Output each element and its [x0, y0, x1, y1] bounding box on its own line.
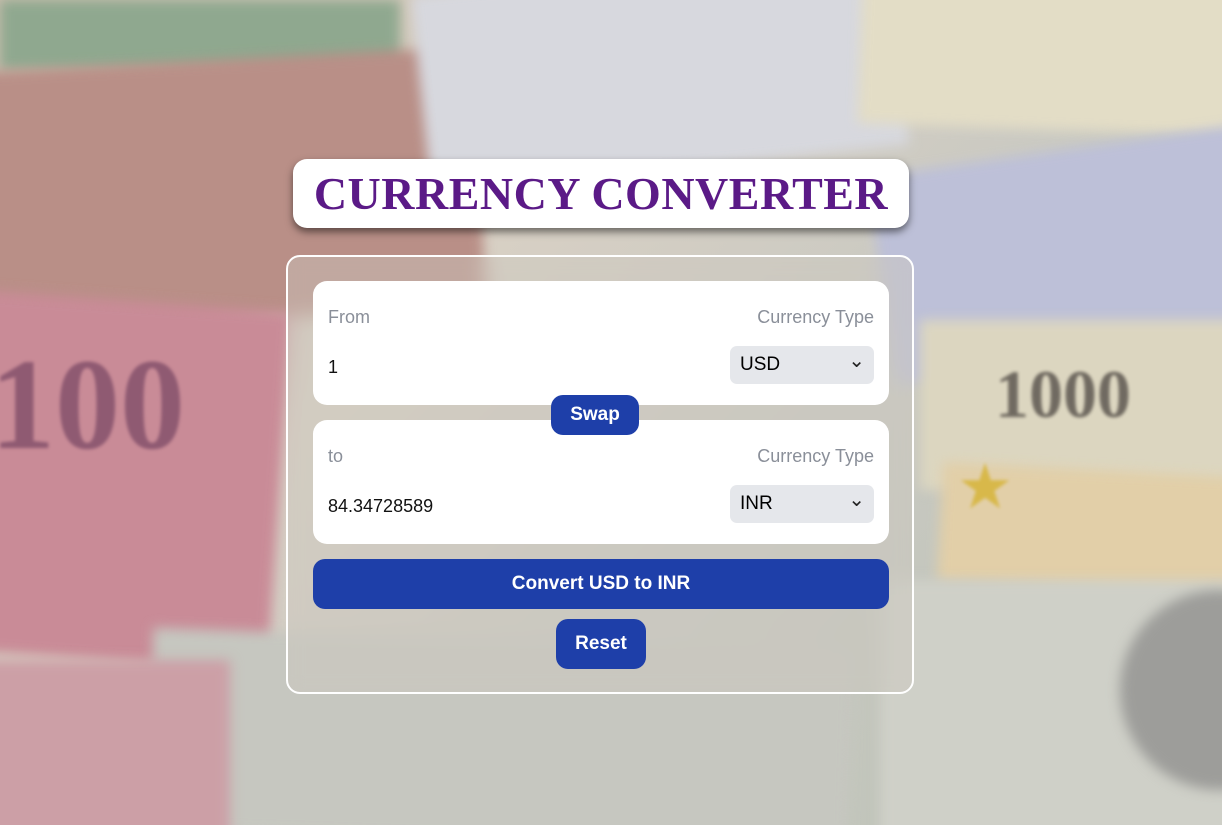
to-currency-type-label: Currency Type: [757, 446, 874, 466]
swap-button[interactable]: Swap: [551, 395, 639, 435]
title-banner: CURRENCY CONVERTER: [293, 159, 909, 228]
from-amount-input[interactable]: 1: [328, 357, 338, 378]
from-panel: From Currency Type 1 USD ⌄: [313, 281, 889, 405]
from-label: From: [328, 307, 370, 327]
from-currency-select[interactable]: USD ⌄: [730, 346, 874, 384]
reset-button[interactable]: Reset: [556, 619, 646, 669]
from-currency-value: USD: [740, 354, 781, 375]
to-amount-input[interactable]: 84.34728589: [328, 496, 433, 517]
to-label: to: [328, 446, 344, 466]
chevron-down-icon: ⌄: [848, 350, 865, 372]
chevron-down-icon: ⌄: [848, 489, 865, 511]
to-panel: to Currency Type 84.34728589 INR ⌄: [313, 420, 889, 544]
to-currency-select[interactable]: INR ⌄: [730, 485, 874, 523]
from-currency-type-label: Currency Type: [757, 307, 874, 327]
convert-button[interactable]: Convert USD to INR: [313, 559, 889, 609]
page-title: CURRENCY CONVERTER: [313, 168, 889, 219]
to-currency-value: INR: [740, 493, 773, 514]
